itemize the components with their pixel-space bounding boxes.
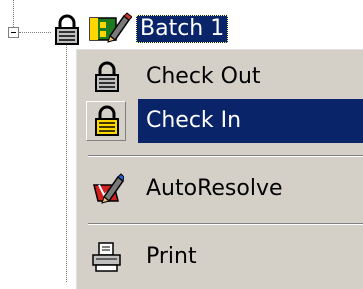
tree-connector-line (13, 0, 14, 27)
lock-icon (95, 61, 119, 92)
menu-item-autoresolve[interactable]: AutoResolve (80, 167, 363, 211)
menu-item-print[interactable]: Print (80, 235, 363, 279)
menu-item-check-in[interactable]: Check In (80, 99, 363, 143)
batch-flag-icon (89, 12, 132, 43)
menu-item-label: Print (146, 244, 197, 269)
tree-node-label[interactable]: Batch 1 (136, 15, 229, 43)
menu-item-label: AutoResolve (146, 176, 283, 201)
lock-icon (95, 105, 119, 136)
menu-item-label: Check Out (146, 64, 261, 89)
autoresolve-icon (93, 173, 124, 204)
collapse-toggle[interactable] (8, 27, 19, 38)
menu-separator (88, 155, 363, 157)
menu-item-label: Check In (138, 99, 363, 143)
tree-connector-line (19, 32, 51, 33)
menu-separator (88, 223, 363, 225)
menu-item-check-out[interactable]: Check Out (80, 55, 363, 99)
lock-icon (55, 14, 79, 45)
context-menu: Check Out Check In AutoResolve Print (75, 48, 363, 289)
printer-icon (92, 242, 121, 272)
tree-connector-line (66, 44, 67, 282)
